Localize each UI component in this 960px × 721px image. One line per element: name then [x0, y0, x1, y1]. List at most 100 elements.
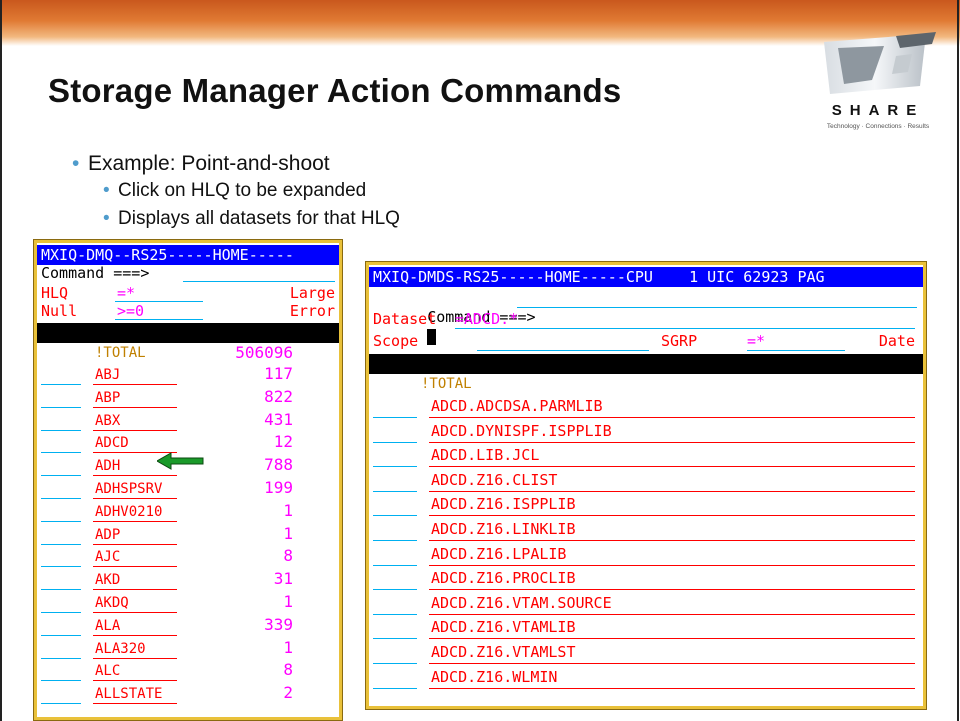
left-error-label: Error — [289, 302, 335, 320]
left-row-hlq[interactable]: ABJ — [95, 367, 120, 384]
left-row-cmd-input[interactable] — [41, 657, 81, 659]
bullet-2: • Click on HLQ to be expanded — [103, 180, 367, 202]
left-row-hlq[interactable]: AKDQ — [95, 595, 129, 612]
right-row-dataset-underline — [429, 540, 915, 541]
left-command-input[interactable] — [183, 281, 335, 282]
left-row-hlq-underline — [93, 657, 177, 659]
right-row-dataset[interactable]: ADCD.Z16.PROCLIB — [431, 570, 576, 587]
left-row-hlq[interactable]: ADHSPSRV — [95, 481, 162, 498]
left-terminal-panel: MXIQ-DMQ--RS25-----HOME----- Command ===… — [34, 240, 342, 720]
right-row-cmd-input[interactable] — [373, 638, 417, 640]
left-row-hlq-underline — [93, 475, 177, 477]
left-command-label: Command ===> — [41, 264, 150, 282]
right-row-dataset[interactable]: ADCD.Z16.ISPPLIB — [431, 496, 576, 513]
right-row-cmd-input[interactable] — [373, 540, 417, 541]
green-arrow-icon — [157, 452, 204, 470]
left-row-cmd-input[interactable] — [41, 589, 81, 591]
left-row-count: 31 — [273, 569, 293, 589]
left-row-cmd-input[interactable] — [41, 543, 81, 545]
right-row-dataset[interactable]: ADCD.Z16.CLIST — [431, 471, 557, 489]
right-sgrp-filter[interactable]: =* — [747, 331, 807, 351]
left-row-cmd-input[interactable] — [41, 429, 81, 431]
left-row-cmd-input[interactable] — [41, 634, 81, 636]
left-row-count: 199 — [264, 478, 293, 497]
left-row-hlq[interactable]: ALC — [95, 663, 120, 680]
right-dataset-filter[interactable]: =ADCD.* — [455, 309, 655, 329]
left-null-filter[interactable]: >=0 — [117, 301, 197, 321]
bullet-dot-icon: • — [103, 180, 110, 201]
right-row-cmd-input[interactable] — [373, 613, 417, 615]
left-row-hlq-underline — [93, 634, 177, 636]
left-row-hlq[interactable]: ALA320 — [95, 641, 146, 658]
right-row-cmd-input[interactable] — [373, 490, 417, 492]
right-scope-input[interactable] — [477, 350, 649, 351]
left-row-hlq[interactable]: AJC — [95, 549, 120, 566]
left-row-cmd-input[interactable] — [41, 498, 81, 499]
left-row-hlq[interactable]: ADH — [95, 458, 120, 475]
right-row-dataset[interactable]: ADCD.LIB.JCL — [431, 447, 539, 464]
right-row-dataset-underline — [429, 638, 915, 640]
right-row-cmd-input[interactable] — [373, 589, 417, 591]
bullet-1-text: Example: Point-and-shoot — [88, 152, 330, 175]
right-dataset-filter-underline — [455, 328, 915, 329]
left-hlq-label: HLQ — [41, 284, 69, 302]
right-sgrp-label: SGRP — [661, 332, 698, 350]
right-row-cmd-input[interactable] — [373, 466, 417, 468]
right-row-cmd-input[interactable] — [373, 417, 417, 418]
left-row-hlq[interactable]: ADCD — [95, 435, 129, 452]
right-row-dataset[interactable]: ADCD.Z16.LINKLIB — [431, 521, 576, 538]
left-row-count: 431 — [264, 409, 293, 429]
left-row-cmd-input[interactable] — [41, 566, 81, 568]
left-row-hlq[interactable]: ABP — [95, 390, 120, 407]
left-row-hlq[interactable]: AKD — [95, 572, 120, 589]
left-row-cmd-input[interactable] — [41, 475, 81, 477]
left-row-cmd-input[interactable] — [41, 703, 81, 705]
right-row-dataset-underline — [429, 663, 915, 664]
left-row-count: 8 — [283, 546, 293, 566]
right-row-dataset[interactable]: ADCD.Z16.VTAMLIB — [431, 619, 576, 636]
logo-wordmark: SHARE — [831, 102, 925, 119]
right-row-cmd-input[interactable] — [373, 515, 417, 517]
left-row-hlq-underline — [93, 566, 177, 568]
left-hlq-filter[interactable]: =* — [117, 283, 197, 303]
left-row-count: 1 — [283, 500, 293, 520]
right-command-input[interactable] — [517, 307, 917, 308]
left-row-count: 12 — [273, 432, 293, 452]
left-total-value: 506096 — [235, 343, 293, 362]
right-row-dataset[interactable]: ADCD.ADCDSA.PARMLIB — [431, 398, 603, 415]
right-row-cmd-input[interactable] — [373, 687, 417, 689]
right-terminal-panel: MXIQ-DMDS-RS25-----HOME-----CPU 1 UIC 62… — [366, 262, 926, 709]
left-row-cmd-input[interactable] — [41, 680, 81, 682]
bullet-dot-icon: • — [72, 152, 80, 175]
left-row-hlq[interactable]: ALA — [95, 618, 120, 635]
left-row-count: 2 — [283, 683, 293, 703]
right-row-dataset[interactable]: ADCD.DYNISPF.ISPPLIB — [431, 422, 612, 440]
left-row-cmd-input[interactable] — [41, 384, 81, 385]
right-row-dataset[interactable]: ADCD.Z16.VTAMLST — [431, 644, 576, 661]
bullet-dot-icon: • — [103, 208, 110, 229]
left-row-cmd-input[interactable] — [41, 452, 81, 454]
left-row-hlq[interactable]: ADP — [95, 527, 120, 544]
right-row-dataset[interactable]: ADCD.Z16.VTAM.SOURCE — [431, 594, 612, 612]
right-row-cmd-input[interactable] — [373, 663, 417, 664]
right-row-dataset-underline — [429, 564, 915, 566]
right-row-dataset[interactable]: ADCD.Z16.WLMIN — [431, 668, 557, 686]
left-row-hlq[interactable]: ADHV0210 — [95, 504, 162, 521]
left-col-datasets: Datasets — [187, 384, 260, 402]
left-row-cmd-input[interactable] — [41, 406, 81, 408]
right-date-label: Date — [878, 332, 915, 350]
logo-tagline: Technology · Connections · Results — [826, 123, 930, 130]
right-row-cmd-input[interactable] — [373, 564, 417, 566]
bullet-2-text: Click on HLQ to be expanded — [118, 180, 367, 201]
left-header-bar: MXIQ-DMQ--RS25-----HOME----- — [37, 245, 339, 265]
left-row-count: 1 — [283, 592, 293, 611]
left-row-cmd-input[interactable] — [41, 520, 81, 522]
right-row-dataset[interactable]: ADCD.Z16.LPALIB — [431, 545, 566, 563]
right-row-dataset-underline — [429, 417, 915, 418]
right-scope-label: Scope — [373, 332, 419, 350]
left-row-hlq[interactable]: ABX — [95, 413, 120, 430]
left-row-cmd-input[interactable] — [41, 612, 81, 613]
left-row-hlq[interactable]: ALLSTATE — [95, 686, 162, 703]
left-row-hlq-underline — [93, 680, 177, 682]
right-row-cmd-input[interactable] — [373, 441, 417, 443]
